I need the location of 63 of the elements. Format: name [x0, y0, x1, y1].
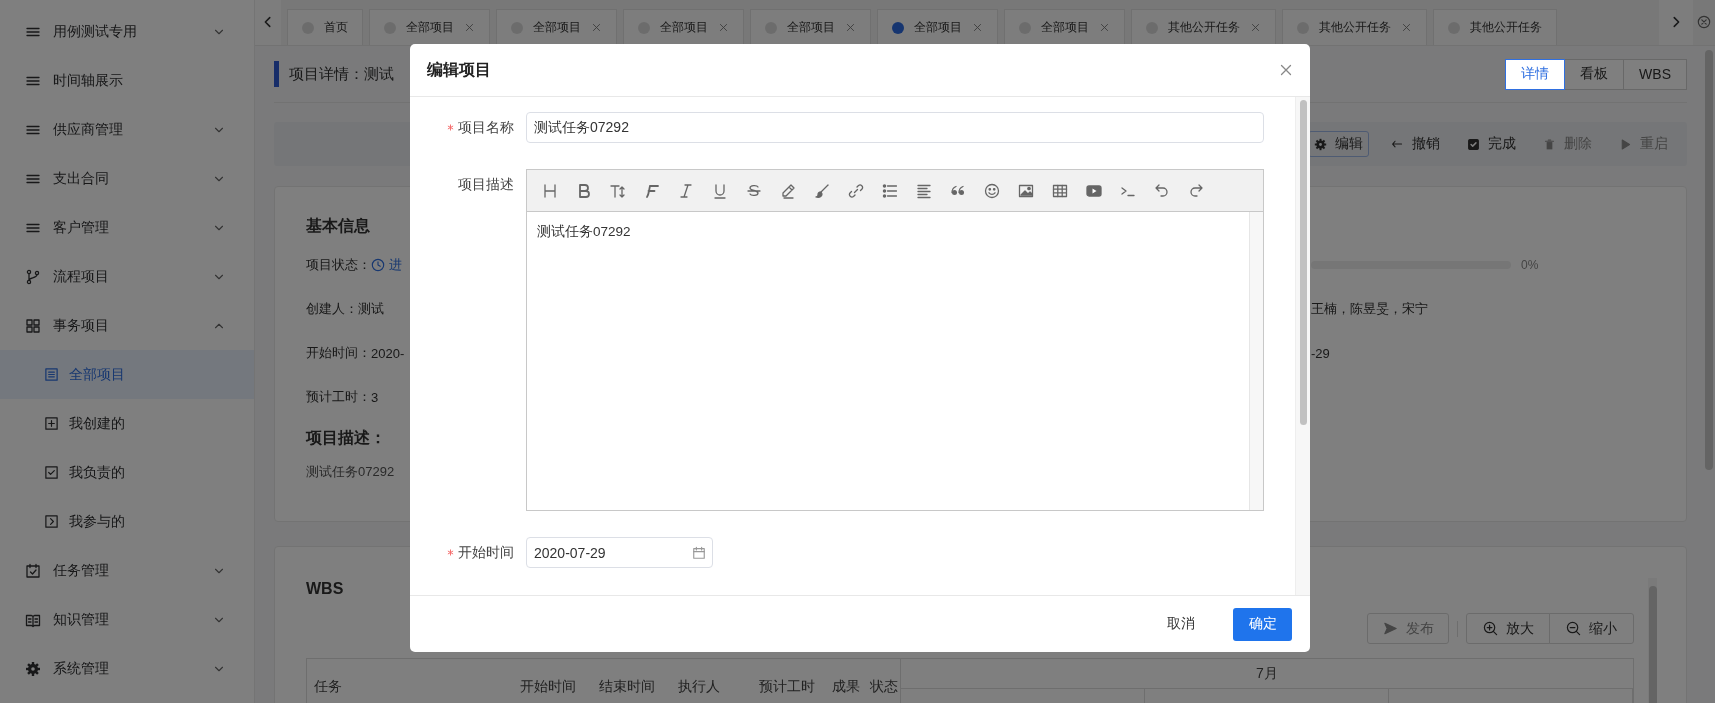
- field-label: 开始时间: [410, 537, 514, 568]
- status-value: 进: [389, 256, 402, 274]
- toolbar-button[interactable]: 放大: [1466, 613, 1550, 644]
- field-label: 项目名称: [410, 112, 514, 143]
- sidebar-item[interactable]: 任务管理: [0, 546, 254, 595]
- field-label: 项目描述: [457, 175, 514, 194]
- section-title: 项目描述：: [306, 428, 386, 448]
- confirm-button[interactable]: 确定: [1233, 607, 1292, 641]
- sidebar-item[interactable]: 流程项目: [0, 252, 254, 301]
- column-header: 结束时间: [599, 678, 656, 696]
- tab[interactable]: 全部项目: [496, 9, 617, 45]
- column-header: 成果: [832, 678, 861, 696]
- sidebar-item[interactable]: 知识管理: [0, 595, 254, 644]
- tab[interactable]: 其他公开任务: [1131, 9, 1276, 45]
- column-header: 预计工时: [759, 678, 816, 696]
- sidebar-item[interactable]: 我参与的: [0, 497, 254, 546]
- tab[interactable]: 全部项目: [623, 9, 744, 45]
- date-input[interactable]: 2020-07-29: [526, 537, 713, 568]
- action-button[interactable]: 撤销: [1386, 131, 1445, 157]
- action-button[interactable]: 完成: [1462, 131, 1521, 157]
- description-text: 测试任务07292: [306, 463, 396, 481]
- view-tab[interactable]: 详情: [1505, 58, 1566, 90]
- sidebar-item[interactable]: 客户管理: [0, 203, 254, 252]
- column-header: 状态: [870, 678, 899, 696]
- section-title: 基本信息: [306, 216, 370, 236]
- sidebar-item[interactable]: 全部项目: [0, 350, 254, 399]
- sidebar-item[interactable]: 时间轴展示: [0, 56, 254, 105]
- progress-reading: 0%: [1521, 258, 1539, 272]
- sidebar-item[interactable]: 我创建的: [0, 399, 254, 448]
- tab[interactable]: 其他公开任务: [1282, 9, 1427, 45]
- field-value: 测试: [358, 300, 384, 318]
- cancel-button[interactable]: 取消: [1153, 607, 1209, 641]
- field-value: 2020-: [371, 345, 405, 361]
- field-label: 预计工时：: [306, 388, 371, 406]
- page-title: 项目详情：测试: [289, 64, 394, 84]
- tab[interactable]: 全部项目: [750, 9, 871, 45]
- column-header: 开始时间: [520, 678, 577, 696]
- column-header: 执行人: [678, 678, 721, 696]
- sidebar-item[interactable]: 支出合同: [0, 154, 254, 203]
- view-tab[interactable]: WBS: [1623, 58, 1687, 90]
- tab[interactable]: 全部项目: [369, 9, 490, 45]
- toolbar-button[interactable]: 缩小: [1549, 613, 1634, 644]
- sidebar-item[interactable]: 用例测试专用: [0, 7, 254, 56]
- tab[interactable]: 全部项目: [877, 9, 998, 45]
- name-input[interactable]: 测试任务07292: [526, 112, 1264, 143]
- field-label: 项目状态：: [306, 256, 371, 274]
- view-tab[interactable]: 看板: [1564, 58, 1625, 90]
- tab[interactable]: 首页: [287, 9, 363, 45]
- sidebar-item[interactable]: 我负责的: [0, 448, 254, 497]
- tab[interactable]: 其他公开任务: [1433, 9, 1557, 45]
- sidebar-item[interactable]: 供应商管理: [0, 105, 254, 154]
- tab[interactable]: 全部项目: [1004, 9, 1125, 45]
- sidebar-item[interactable]: 系统管理: [0, 644, 254, 693]
- editor-text-area[interactable]: 测试任务07292: [527, 212, 1249, 510]
- field-label: 创建人：: [306, 300, 358, 318]
- sidebar-item[interactable]: 事务项目: [0, 301, 254, 350]
- field-value: -29: [1311, 345, 1330, 361]
- field-value: 3: [371, 389, 379, 405]
- month-header: 7月: [901, 659, 1633, 689]
- dialog-title: 编辑项目: [427, 59, 491, 80]
- section-title: WBS: [306, 579, 344, 599]
- field-label: 开始时间：: [306, 344, 371, 362]
- column-header: 任务: [314, 678, 343, 696]
